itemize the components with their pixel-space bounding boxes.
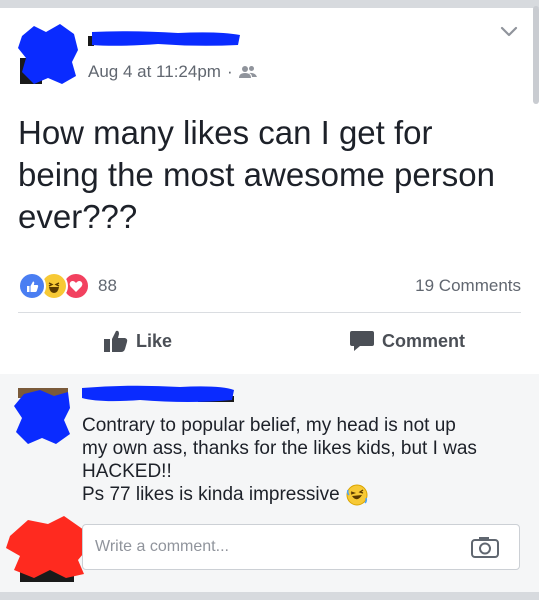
laughing-emoji-icon [346, 484, 368, 506]
reaction-count: 88 [98, 276, 117, 295]
comment-label: Comment [382, 330, 466, 351]
comment-text: Contrary to popular belief, my head is n… [82, 414, 522, 506]
post-text: How many likes can I get for being the m… [18, 114, 495, 235]
comment-line-with-emoji: Ps 77 likes is kinda impressive [82, 483, 522, 506]
like-label: Like [136, 330, 173, 351]
comment-button[interactable]: Comment [350, 330, 465, 352]
comment-composer[interactable] [82, 524, 520, 570]
comment-bubble-icon [350, 331, 374, 351]
like-button[interactable]: Like [104, 330, 172, 352]
camera-icon[interactable] [471, 536, 499, 558]
comment-line: HACKED!! [82, 461, 172, 482]
commenter-avatar[interactable] [14, 388, 72, 446]
current-user-avatar[interactable] [4, 516, 90, 582]
comment-line: Ps 77 likes is kinda impressive [82, 484, 340, 505]
commenter-name-redacted[interactable] [80, 384, 236, 406]
comment-line: Contrary to popular belief, my head is n… [82, 415, 456, 436]
comment-line: my own ass, thanks for the likes kids, b… [82, 438, 477, 459]
chevron-down-icon[interactable] [499, 24, 519, 40]
top-divider-bar [0, 0, 539, 8]
post-timestamp[interactable]: Aug 4 at 11:24pm [88, 62, 221, 82]
reaction-summary[interactable]: 88 [18, 272, 117, 300]
thumbs-up-icon [104, 330, 128, 352]
comments-count[interactable]: 19 Comments [415, 276, 521, 296]
comment-input[interactable] [95, 538, 455, 556]
like-reaction-icon [18, 272, 46, 300]
divider [18, 312, 521, 313]
author-avatar[interactable] [16, 22, 80, 86]
author-name-redacted[interactable] [88, 30, 242, 48]
bottom-divider-bar [0, 592, 539, 600]
meta-separator: · [226, 62, 233, 81]
scrollbar[interactable] [533, 6, 539, 104]
friends-icon [238, 66, 257, 78]
post-meta: Aug 4 at 11:24pm · [88, 62, 257, 82]
